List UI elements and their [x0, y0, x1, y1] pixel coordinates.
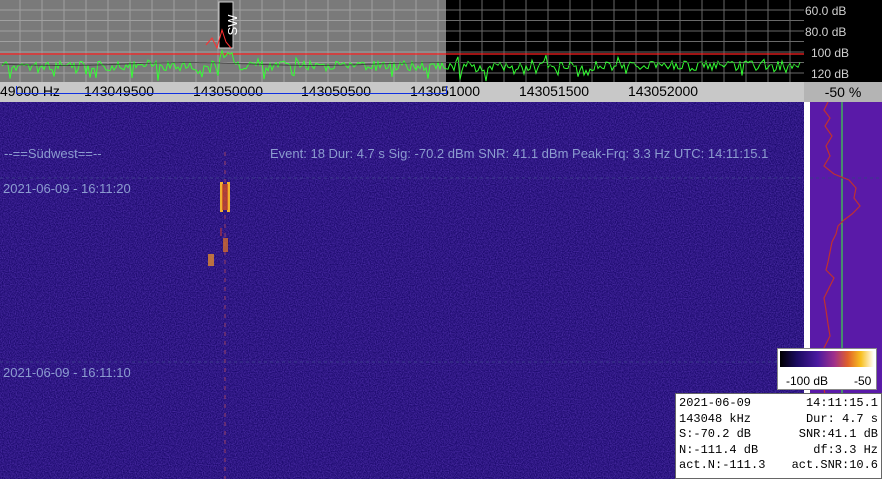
info-noise: N:-111.4 dB [679, 442, 759, 457]
frequency-axis[interactable]: 49000 Hz 143049500 143050000 143050500 1… [0, 82, 804, 102]
freq-label: 143051500 [519, 83, 590, 99]
freq-label: 49000 Hz [0, 83, 60, 99]
info-act-n: act.N:-111.3 [679, 458, 766, 472]
station-label: --==Südwest==-- [4, 146, 102, 161]
marker-label: SW [225, 14, 240, 36]
freq-label: 143049500 [84, 83, 155, 99]
info-snr: SNR:41.1 dB [798, 427, 878, 441]
db-label-60: 60.0 dB [805, 4, 846, 18]
info-dur: Dur: 4.7 s [805, 411, 878, 426]
db-label-80: 80.0 dB [805, 25, 846, 39]
colorbar-max-label: -50 [854, 374, 872, 388]
freq-label: 143052000 [628, 83, 699, 99]
event-info: Event: 18 Dur: 4.7 s Sig: -70.2 dBm SNR:… [270, 146, 769, 161]
freq-label: 143050500 [301, 83, 372, 99]
info-act-snr: act.SNR:10.6 [791, 458, 878, 472]
info-freq: 143048 kHz [679, 411, 752, 426]
colorbar-legend: -100 dB -50 [777, 348, 877, 390]
spectrum-display[interactable]: SW 60.0 dB 80.0 dB 100 dB 120 dB [0, 0, 882, 82]
colorbar-min-label: -100 dB [786, 374, 829, 388]
timestamp-label: 2021-06-09 - 16:11:10 [3, 365, 131, 380]
percent-readout[interactable]: -50 % [804, 82, 882, 102]
timestamp-label: 2021-06-09 - 16:11:20 [3, 181, 131, 196]
db-label-120: 120 dB [811, 67, 849, 81]
info-time: 14:11:15.1 [805, 396, 878, 410]
info-date: 2021-06-09 [679, 396, 752, 410]
bandwidth-bar [16, 93, 446, 94]
info-sig: S:-70.2 dB [679, 427, 752, 441]
event-info-box: 2021-06-09 14:11:15.1 143048 kHz Dur: 4.7 … [675, 393, 882, 479]
freq-label: 143050000 [193, 83, 264, 99]
colorbar-gradient [780, 351, 874, 367]
db-label-100: 100 dB [811, 46, 849, 60]
info-df: df:3.3 Hz [813, 442, 878, 457]
